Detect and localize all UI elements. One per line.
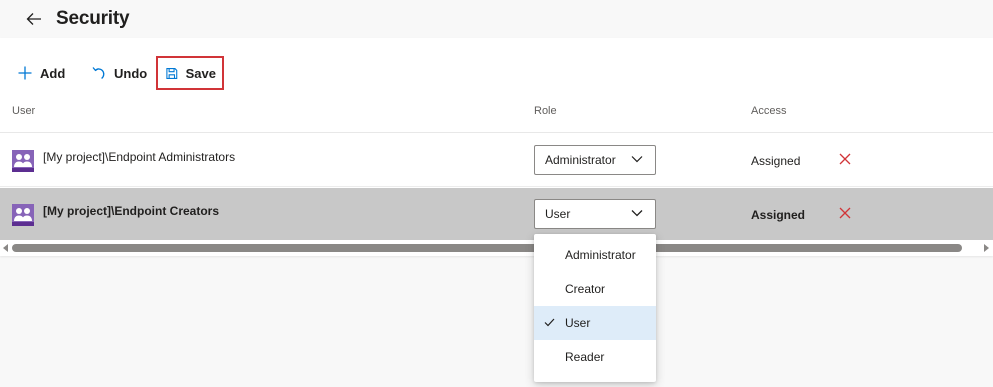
dropdown-option-label: User bbox=[565, 316, 591, 330]
page-header: Security bbox=[0, 0, 993, 38]
column-header-role[interactable]: Role bbox=[534, 105, 557, 117]
save-button-label: Save bbox=[185, 65, 216, 81]
column-header-access[interactable]: Access bbox=[751, 105, 786, 117]
table-row-selected[interactable]: [My project]\Endpoint Creators User Assi… bbox=[0, 188, 993, 240]
page-title: Security bbox=[56, 8, 130, 29]
security-panel: Add Undo Save User Role Access [My proje… bbox=[0, 38, 993, 256]
role-select[interactable]: User bbox=[534, 199, 656, 229]
save-button[interactable]: Save bbox=[156, 56, 224, 90]
group-avatar-icon bbox=[12, 150, 34, 172]
checkmark-icon bbox=[544, 318, 555, 327]
dropdown-option-administrator[interactable]: Administrator bbox=[534, 238, 656, 272]
table-row[interactable]: [My project]\Endpoint Administrators Adm… bbox=[0, 134, 993, 187]
chevron-down-icon bbox=[631, 210, 643, 217]
dropdown-option-creator[interactable]: Creator bbox=[534, 272, 656, 306]
header-divider bbox=[0, 132, 993, 133]
scroll-left-arrow-icon[interactable] bbox=[3, 244, 8, 252]
dropdown-option-label: Administrator bbox=[565, 248, 636, 262]
role-select[interactable]: Administrator bbox=[534, 145, 656, 175]
undo-button-label: Undo bbox=[114, 65, 148, 81]
plus-icon bbox=[18, 66, 32, 80]
undo-button[interactable]: Undo bbox=[86, 56, 154, 90]
dropdown-option-label: Creator bbox=[565, 282, 606, 296]
group-avatar-icon bbox=[12, 204, 34, 226]
back-button[interactable] bbox=[24, 9, 44, 29]
scroll-right-arrow-icon[interactable] bbox=[984, 244, 989, 252]
horizontal-scrollbar[interactable] bbox=[0, 240, 993, 254]
scrollbar-thumb[interactable] bbox=[12, 244, 962, 252]
user-name: [My project]\Endpoint Creators bbox=[43, 204, 220, 218]
user-name: [My project]\Endpoint Administrators bbox=[43, 150, 236, 164]
role-select-value: User bbox=[545, 207, 571, 221]
chevron-down-icon bbox=[631, 156, 643, 163]
remove-icon[interactable] bbox=[838, 206, 852, 220]
undo-icon bbox=[92, 67, 105, 79]
add-button[interactable]: Add bbox=[12, 56, 78, 90]
toolbar: Add Undo Save bbox=[12, 56, 224, 90]
arrow-left-icon bbox=[26, 13, 41, 25]
dropdown-option-user[interactable]: User bbox=[534, 306, 656, 340]
column-header-user[interactable]: User bbox=[12, 105, 35, 117]
dropdown-option-reader[interactable]: Reader bbox=[534, 340, 656, 374]
add-button-label: Add bbox=[40, 65, 66, 81]
dropdown-option-label: Reader bbox=[565, 350, 605, 364]
access-status: Assigned bbox=[751, 208, 806, 222]
floppy-disk-icon bbox=[166, 67, 178, 79]
role-select-value: Administrator bbox=[545, 153, 616, 167]
access-status: Assigned bbox=[751, 154, 801, 168]
remove-icon[interactable] bbox=[838, 152, 852, 166]
role-dropdown-menu: Administrator Creator User Reader bbox=[534, 234, 656, 382]
